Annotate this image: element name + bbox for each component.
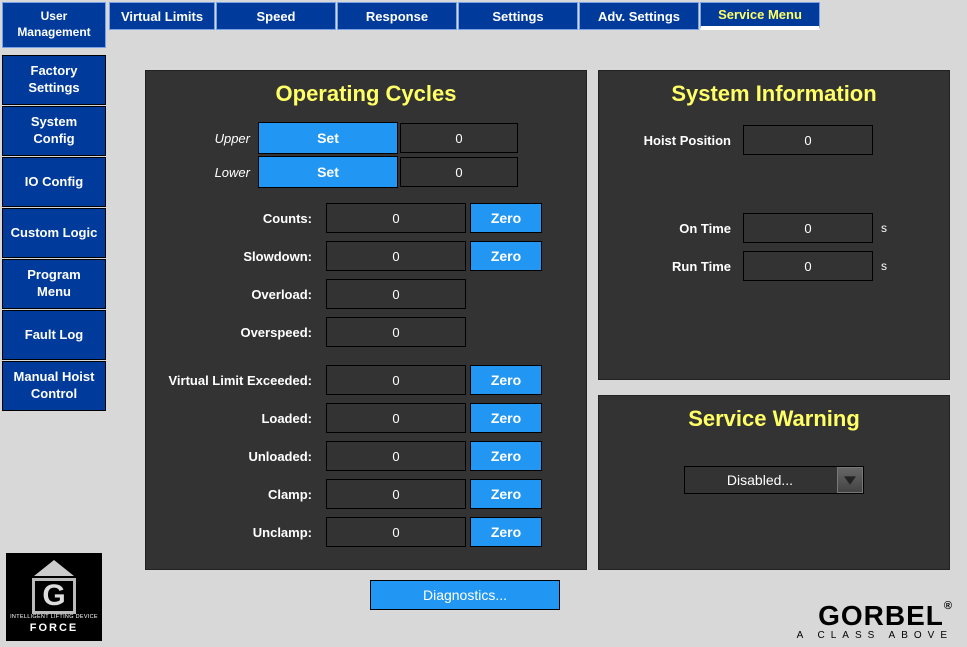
tab-label: User Management (17, 9, 90, 40)
top-tab-bar: Virtual Limits Speed Response Settings A… (109, 2, 820, 30)
run-time-value: 0 (743, 251, 873, 281)
unloaded-label: Unloaded: (146, 449, 320, 464)
system-information-panel: System Information Hoist Position 0 On T… (598, 70, 950, 380)
zero-unclamp-button[interactable]: Zero (470, 517, 542, 547)
gorbel-tagline: A CLASS ABOVE (797, 630, 953, 641)
run-time-label: Run Time (599, 259, 739, 274)
tab-settings[interactable]: Settings (458, 2, 578, 30)
sidebar-io-config[interactable]: IO Config (2, 157, 106, 207)
gforce-g: G (32, 578, 76, 614)
on-time-value: 0 (743, 213, 873, 243)
sidebar-system-config[interactable]: System Config (2, 106, 106, 156)
on-time-label: On Time (599, 221, 739, 236)
tab-service-menu[interactable]: Service Menu (700, 2, 820, 30)
tab-response[interactable]: Response (337, 2, 457, 30)
triangle-icon (34, 560, 74, 576)
tab-speed[interactable]: Speed (216, 2, 336, 30)
slowdown-value: 0 (326, 241, 466, 271)
panel-title-service-warning: Service Warning (599, 396, 949, 446)
service-warning-panel: Service Warning Disabled... (598, 395, 950, 570)
lower-label: Lower (146, 165, 258, 180)
overspeed-value: 0 (326, 317, 466, 347)
lower-value: 0 (400, 157, 518, 187)
registered-icon: ® (944, 600, 953, 612)
gforce-logo: G INTELLIGENT LIFTING DEVICE FORCE (6, 553, 102, 641)
counts-label: Counts: (146, 211, 320, 226)
gorbel-logo: GORBEL® A CLASS ABOVE (797, 600, 953, 641)
run-time-unit: s (873, 259, 903, 273)
tab-adv-settings[interactable]: Adv. Settings (579, 2, 699, 30)
counts-value: 0 (326, 203, 466, 233)
loaded-value: 0 (326, 403, 466, 433)
sidebar-factory-settings[interactable]: Factory Settings (2, 55, 106, 105)
gforce-sub: INTELLIGENT LIFTING DEVICE (10, 614, 98, 620)
slowdown-label: Slowdown: (146, 249, 320, 264)
set-upper-button[interactable]: Set (258, 122, 398, 154)
clamp-label: Clamp: (146, 487, 320, 502)
gorbel-name-text: GORBEL (818, 600, 944, 631)
upper-value: 0 (400, 123, 518, 153)
sidebar-manual-hoist[interactable]: Manual Hoist Control (2, 361, 106, 411)
zero-slowdown-button[interactable]: Zero (470, 241, 542, 271)
unloaded-value: 0 (326, 441, 466, 471)
unclamp-value: 0 (326, 517, 466, 547)
gforce-force: FORCE (30, 622, 79, 634)
hoist-position-label: Hoist Position (599, 133, 739, 148)
unclamp-label: Unclamp: (146, 525, 320, 540)
panel-title-system-info: System Information (599, 71, 949, 121)
service-warning-dropdown[interactable]: Disabled... (684, 466, 864, 494)
on-time-unit: s (873, 221, 903, 235)
tab-virtual-limits[interactable]: Virtual Limits (109, 2, 215, 30)
loaded-label: Loaded: (146, 411, 320, 426)
zero-counts-button[interactable]: Zero (470, 203, 542, 233)
zero-unloaded-button[interactable]: Zero (470, 441, 542, 471)
sidebar: Factory Settings System Config IO Config… (2, 54, 106, 411)
overload-label: Overload: (146, 287, 320, 302)
operating-cycles-panel: Operating Cycles Upper Set 0 Lower Set 0… (145, 70, 587, 570)
panel-title-operating-cycles: Operating Cycles (146, 71, 586, 121)
vlimit-value: 0 (326, 365, 466, 395)
zero-vlimit-button[interactable]: Zero (470, 365, 542, 395)
overload-value: 0 (326, 279, 466, 309)
gorbel-name: GORBEL® (797, 600, 953, 632)
dropdown-selected-text: Disabled... (685, 472, 835, 488)
chevron-down-icon (837, 467, 863, 493)
upper-label: Upper (146, 131, 258, 146)
overspeed-label: Overspeed: (146, 325, 320, 340)
diagnostics-button[interactable]: Diagnostics... (370, 580, 560, 610)
set-lower-button[interactable]: Set (258, 156, 398, 188)
hoist-position-value: 0 (743, 125, 873, 155)
sidebar-fault-log[interactable]: Fault Log (2, 310, 106, 360)
vlimit-label: Virtual Limit Exceeded: (146, 373, 320, 388)
zero-clamp-button[interactable]: Zero (470, 479, 542, 509)
sidebar-program-menu[interactable]: Program Menu (2, 259, 106, 309)
sidebar-custom-logic[interactable]: Custom Logic (2, 208, 106, 258)
zero-loaded-button[interactable]: Zero (470, 403, 542, 433)
tab-user-management[interactable]: User Management (2, 2, 106, 48)
clamp-value: 0 (326, 479, 466, 509)
